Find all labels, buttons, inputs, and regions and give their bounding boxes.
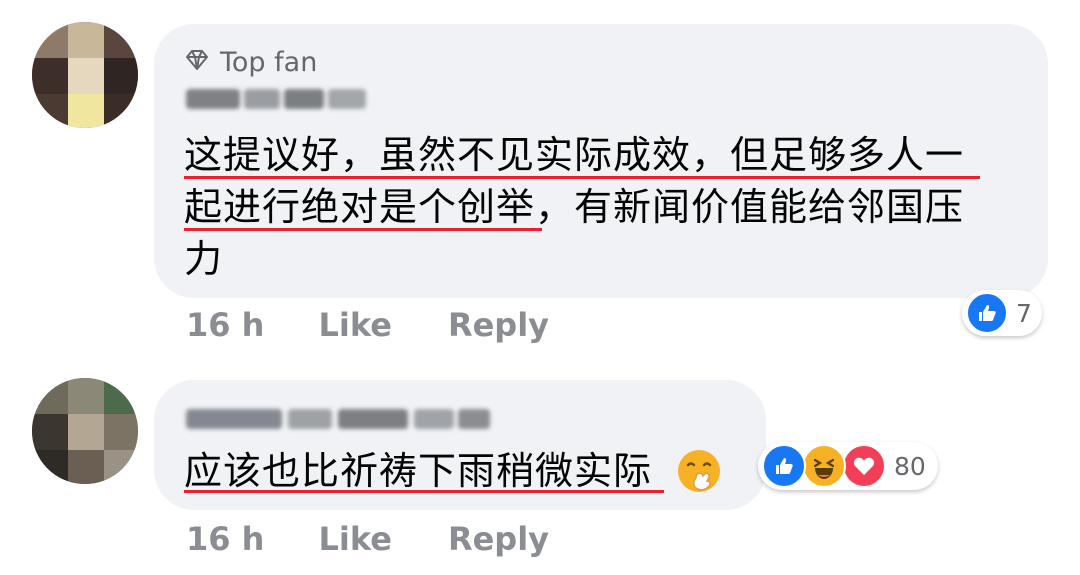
comment-text-line-3: 力 [184, 237, 224, 281]
face-with-hand-over-mouth-emoji [676, 448, 722, 494]
like-icon [762, 444, 806, 488]
comment-actions: 16 h Like Reply [186, 520, 605, 558]
diamond-icon [184, 47, 210, 78]
like-icon [966, 292, 1008, 334]
reply-button[interactable]: Reply [448, 306, 549, 344]
underline-annotation [184, 228, 542, 231]
comment-text-line-1: 这提议好，虽然不见实际成效，但足够多人一 [184, 133, 965, 177]
reaction-count: 80 [894, 451, 926, 481]
top-fan-badge: Top fan [184, 44, 317, 80]
comment-text-line-2: 起进行绝对是个创举，有新闻价值能给邻国压 [184, 185, 965, 229]
author-name-blurred[interactable] [186, 406, 490, 432]
avatar[interactable] [32, 378, 138, 484]
haha-icon [802, 444, 846, 488]
author-name-blurred[interactable] [186, 86, 366, 112]
badge-label: Top fan [220, 46, 318, 78]
timestamp[interactable]: 16 h [186, 520, 264, 558]
like-button[interactable]: Like [318, 520, 391, 558]
avatar[interactable] [32, 22, 138, 128]
reaction-summary[interactable]: 7 [962, 290, 1042, 336]
comment-text: 应该也比祈祷下雨稍微实际 [184, 449, 653, 493]
comment-actions: 16 h Like Reply [186, 306, 605, 344]
timestamp[interactable]: 16 h [186, 306, 264, 344]
love-icon [842, 444, 886, 488]
like-button[interactable]: Like [318, 306, 391, 344]
underline-annotation [184, 490, 664, 493]
reaction-summary[interactable]: 80 [758, 442, 938, 490]
reaction-count: 7 [1016, 298, 1032, 328]
underline-annotation [184, 176, 980, 179]
reply-button[interactable]: Reply [448, 520, 549, 558]
